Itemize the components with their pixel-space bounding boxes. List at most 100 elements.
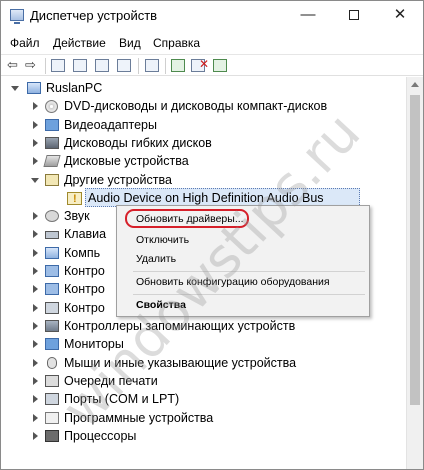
expand-icon[interactable] — [33, 414, 38, 422]
menu-uninstall[interactable]: Удалить — [136, 253, 176, 265]
device-manager-icon — [10, 9, 24, 24]
expand-icon[interactable] — [33, 285, 38, 293]
usb-controller-icon — [45, 302, 59, 314]
computer-icon — [27, 82, 41, 94]
tree-item-label: Клавиа — [64, 227, 107, 241]
print-queue-icon — [45, 375, 59, 387]
properties-icon[interactable] — [73, 59, 87, 72]
expand-icon[interactable] — [33, 121, 38, 129]
tree-item[interactable]: DVD-дисководы и дисководы компакт-дисков — [1, 97, 406, 115]
console-tree-icon[interactable] — [51, 59, 65, 72]
computer-icon — [45, 247, 59, 259]
back-icon[interactable]: ⇦ — [7, 58, 18, 72]
scan-hardware-icon[interactable] — [145, 59, 159, 72]
maximize-button[interactable] — [331, 1, 377, 31]
tree-item-label: Компь — [64, 246, 101, 260]
tree-item-label: Контро — [64, 282, 105, 296]
toolbar-separator — [138, 58, 139, 74]
add-legacy-icon[interactable] — [213, 59, 227, 72]
toolbar-separator — [165, 58, 166, 74]
tree-item[interactable]: Порты (COM и LPT) — [1, 390, 406, 408]
collapse-icon[interactable] — [31, 178, 39, 183]
menu-file[interactable]: Файл — [10, 36, 40, 50]
port-icon — [45, 393, 59, 405]
minimize-button[interactable]: — — [285, 1, 331, 31]
menu-action[interactable]: Действие — [53, 36, 106, 50]
device-manager-window: Диспетчер устройств — ✕ Файл Действие Ви… — [0, 0, 424, 470]
tree-item-label: Контроллеры запоминающих устройств — [64, 319, 296, 333]
mouse-icon — [47, 357, 57, 369]
menu-separator — [133, 271, 365, 272]
tree-item-label: Контро — [64, 301, 105, 315]
close-button[interactable]: ✕ — [377, 1, 423, 31]
context-menu: Обновить драйверы... Отключить Удалить О… — [116, 205, 370, 317]
dvd-drive-icon — [45, 100, 58, 113]
floppy-drive-icon — [45, 137, 59, 149]
scroll-up-icon[interactable] — [411, 82, 419, 87]
monitor-icon — [45, 338, 59, 350]
tree-item-label: Мониторы — [64, 337, 124, 351]
tree-item-label: Программные устройства — [64, 411, 214, 425]
storage-controller-icon — [45, 320, 59, 332]
help-icon[interactable] — [95, 59, 109, 72]
tree-item[interactable]: Программные устройства — [1, 409, 406, 427]
controller-icon — [45, 283, 59, 295]
window-title: Диспетчер устройств — [30, 8, 158, 23]
tree-item[interactable]: Мониторы — [1, 335, 406, 353]
other-devices-icon — [45, 174, 59, 186]
menu-view[interactable]: Вид — [119, 36, 141, 50]
tree-item[interactable]: Другие устройства — [1, 171, 406, 189]
tree-item[interactable]: Мыши и иные указывающие устройства — [1, 354, 406, 372]
unknown-device-warning-icon — [67, 190, 82, 208]
tree-item[interactable]: Контроллеры запоминающих устройств — [1, 317, 406, 335]
expand-icon[interactable] — [33, 102, 38, 110]
menu-disable[interactable]: Отключить — [136, 234, 189, 246]
tree-item-label: Контро — [64, 264, 105, 278]
tree-item-label: Дисковые устройства — [64, 154, 189, 168]
menu-help[interactable]: Справка — [153, 36, 200, 50]
expand-icon[interactable] — [33, 212, 38, 220]
toolbar-separator — [45, 58, 46, 74]
expand-icon[interactable] — [33, 249, 38, 257]
expand-icon[interactable] — [33, 322, 38, 330]
tree-item-label: Другие устройства — [64, 173, 172, 187]
tree-item[interactable]: Дисководы гибких дисков — [1, 134, 406, 152]
expand-icon[interactable] — [33, 359, 38, 367]
tree-root[interactable]: RuslanPC — [1, 79, 406, 97]
tree-item-label: Мыши и иные указывающие устройства — [64, 356, 297, 370]
update-driver-icon[interactable] — [171, 59, 185, 72]
title-bar: Диспетчер устройств — ✕ — [1, 1, 423, 32]
display-adapter-icon — [45, 119, 59, 131]
scrollbar-thumb[interactable] — [410, 95, 420, 405]
tree-item-label: Процессоры — [64, 429, 137, 443]
tree-item[interactable]: Процессоры — [1, 427, 406, 445]
sound-icon — [45, 210, 59, 222]
menu-update-drivers[interactable]: Обновить драйверы... — [136, 213, 244, 225]
toolbar: ⇦ ⇨ ✕ — [1, 54, 423, 76]
processor-icon — [45, 430, 59, 442]
expand-icon[interactable] — [33, 139, 38, 147]
expand-icon[interactable] — [33, 377, 38, 385]
tree-item-label: Дисководы гибких дисков — [64, 136, 212, 150]
expand-icon[interactable] — [33, 304, 38, 312]
expand-icon[interactable] — [33, 230, 38, 238]
forward-icon[interactable]: ⇨ — [25, 58, 36, 72]
tree-item-label: Очереди печати — [64, 374, 158, 388]
expand-icon[interactable] — [33, 267, 38, 275]
menu-properties[interactable]: Свойства — [136, 299, 186, 311]
tree-item-label: Звук — [64, 209, 90, 223]
expand-icon[interactable] — [33, 340, 38, 348]
show-hide-icon[interactable] — [117, 59, 131, 72]
expand-icon[interactable] — [33, 395, 38, 403]
vertical-scrollbar[interactable] — [406, 77, 423, 469]
collapse-icon[interactable] — [11, 86, 19, 91]
expand-icon[interactable] — [33, 157, 38, 165]
tree-item-label: Видеоадаптеры — [64, 118, 157, 132]
uninstall-device-icon[interactable]: ✕ — [199, 57, 209, 71]
expand-icon[interactable] — [33, 432, 38, 440]
tree-item[interactable]: Видеоадаптеры — [1, 116, 406, 134]
tree-item[interactable]: Дисковые устройства — [1, 152, 406, 170]
root-label: RuslanPC — [46, 81, 103, 95]
menu-scan-hardware[interactable]: Обновить конфигурацию оборудования — [136, 276, 330, 288]
tree-item[interactable]: Очереди печати — [1, 372, 406, 390]
